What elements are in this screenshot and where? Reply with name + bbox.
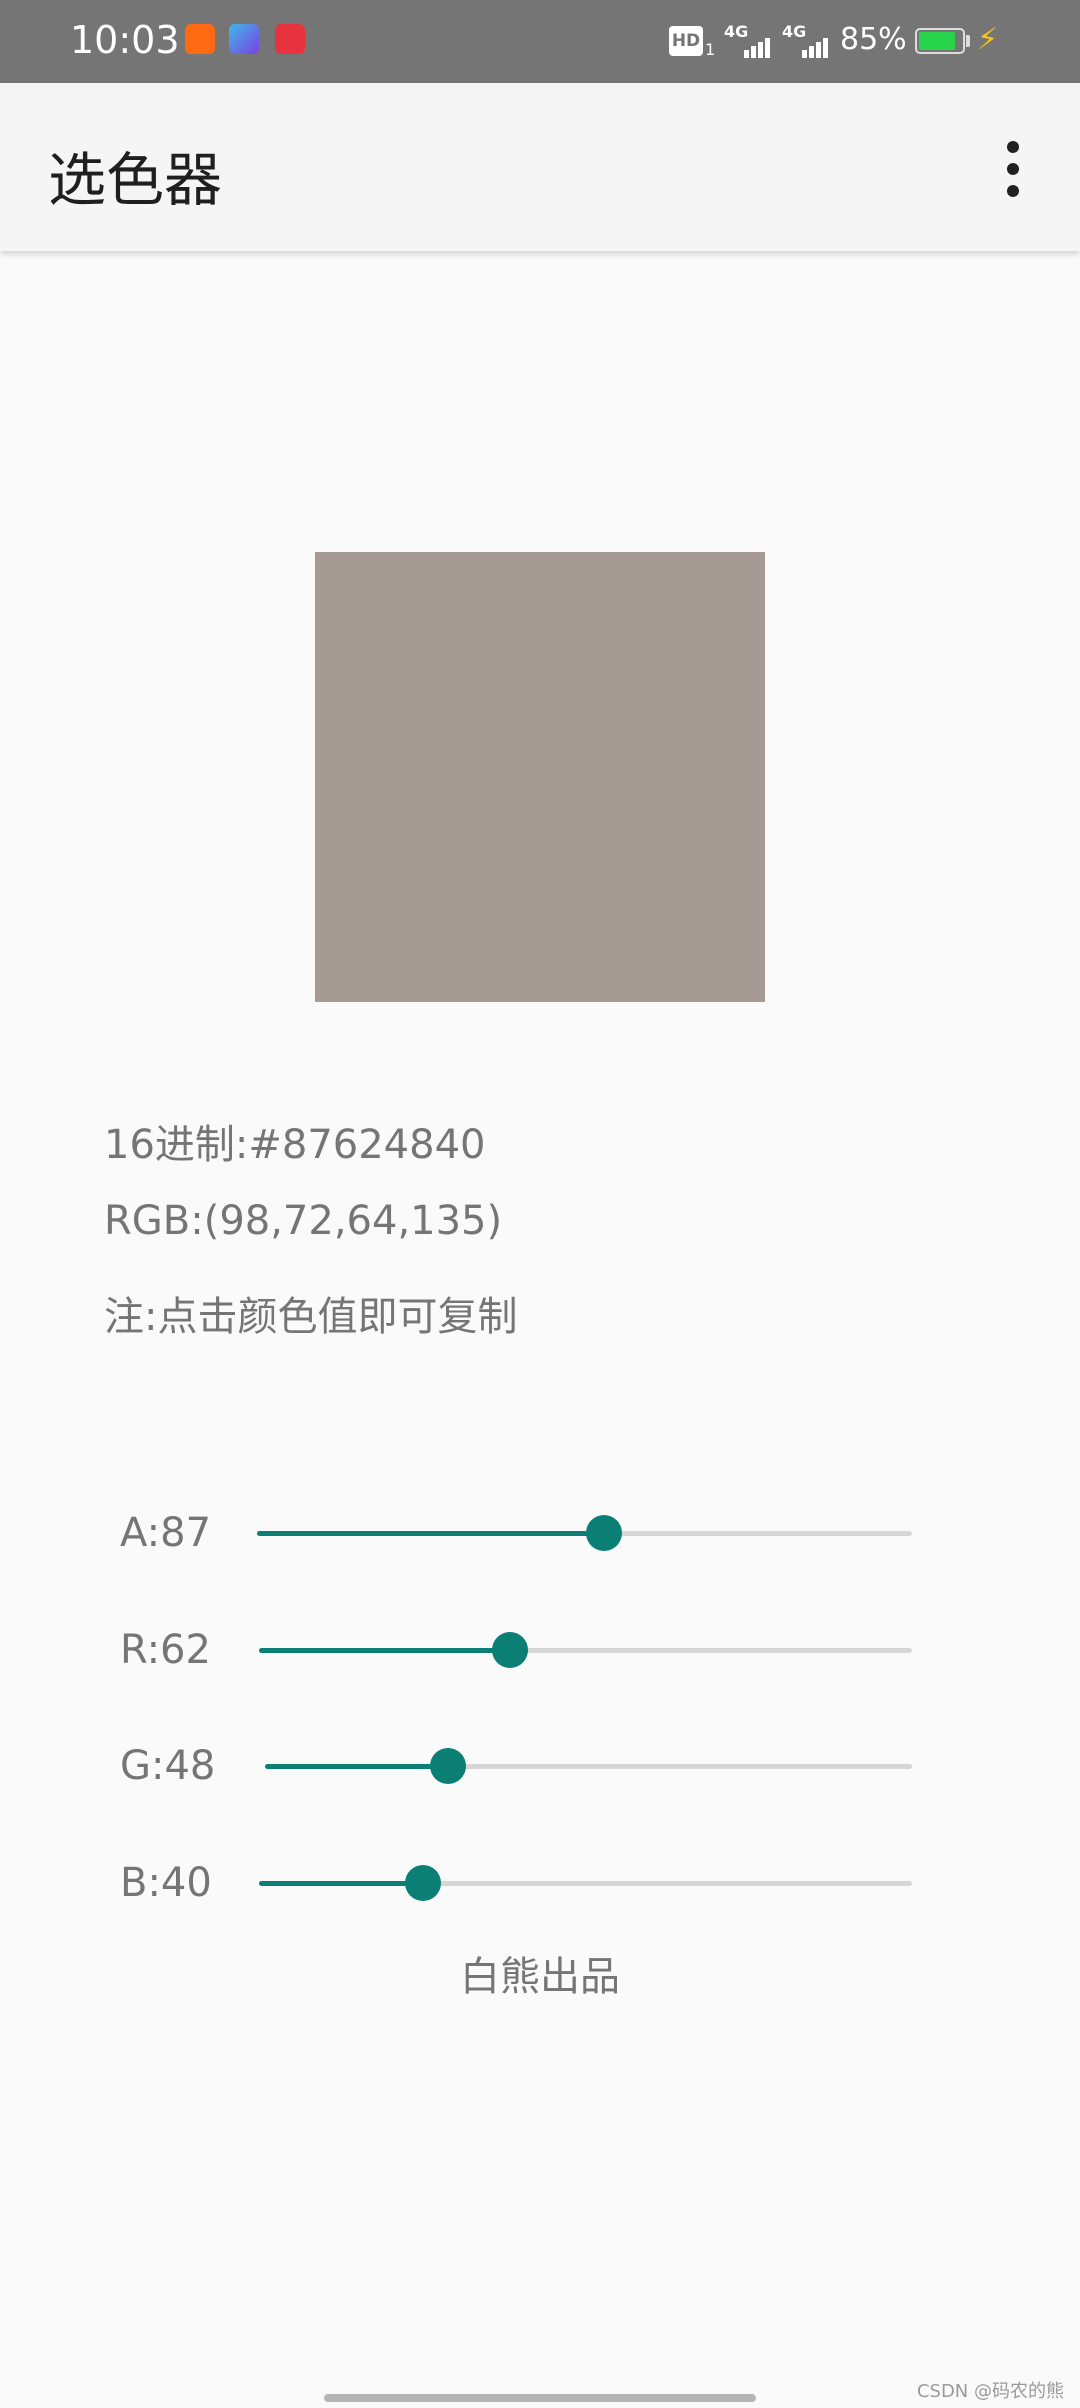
slider-fill xyxy=(259,1881,423,1886)
network-type: 4G xyxy=(724,22,749,41)
page-title: 选色器 xyxy=(48,146,223,214)
slider-thumb[interactable] xyxy=(491,1632,528,1668)
slider-track[interactable] xyxy=(259,1632,912,1668)
canva-icon xyxy=(229,24,259,54)
slider-blue: B:40 xyxy=(0,1854,1080,1914)
app-bar: 选色器 xyxy=(0,83,1080,251)
slider-track[interactable] xyxy=(259,1865,912,1901)
slider-label: R:62 xyxy=(120,1627,211,1673)
hex-value[interactable]: 16进制:#87624840 xyxy=(104,1112,485,1170)
signal-icon: 4G xyxy=(782,22,832,58)
copy-hint: 注:点击颜色值即可复制 xyxy=(104,1294,518,1340)
home-indicator[interactable] xyxy=(324,2394,756,2402)
battery-level xyxy=(919,32,955,50)
rgb-value[interactable]: RGB:(98,72,64,135) xyxy=(104,1198,502,1244)
battery-icon xyxy=(915,28,965,54)
color-preview xyxy=(315,552,765,1002)
red-app-icon xyxy=(275,24,305,54)
kuaishou-icon xyxy=(185,24,215,54)
slider-track[interactable] xyxy=(265,1748,912,1784)
slider-fill xyxy=(257,1531,604,1536)
slider-thumb[interactable] xyxy=(404,1865,441,1901)
more-vertical-icon[interactable] xyxy=(990,141,1036,197)
watermark: CSDN @码农的熊 xyxy=(916,2381,1064,2402)
charging-icon: ⚡ xyxy=(977,22,999,57)
status-time: 10:03 xyxy=(70,18,180,62)
signal-icon: 4G xyxy=(724,22,774,58)
slider-thumb[interactable] xyxy=(585,1515,622,1551)
slider-label: G:48 xyxy=(120,1743,216,1789)
battery-percent: 85% xyxy=(840,22,907,57)
slider-thumb[interactable] xyxy=(429,1748,466,1784)
credit-text: 白熊出品 xyxy=(460,1954,620,2000)
battery-tip xyxy=(966,35,970,47)
slider-green: G:48 xyxy=(0,1737,1080,1797)
slider-alpha: A:87 xyxy=(0,1504,1080,1564)
slider-track[interactable] xyxy=(257,1515,912,1551)
slider-fill xyxy=(265,1764,448,1769)
slider-label: A:87 xyxy=(120,1510,212,1556)
network-type: 4G xyxy=(782,22,807,41)
slider-label: B:40 xyxy=(120,1860,212,1906)
slider-fill xyxy=(259,1648,510,1653)
hd-voice-icon: HD xyxy=(669,26,703,56)
status-bar: 10:03 HD 1 4G 4G 85% ⚡ xyxy=(0,0,1080,83)
hd-voice-sub: 1 xyxy=(705,40,716,59)
slider-red: R:62 xyxy=(0,1621,1080,1681)
